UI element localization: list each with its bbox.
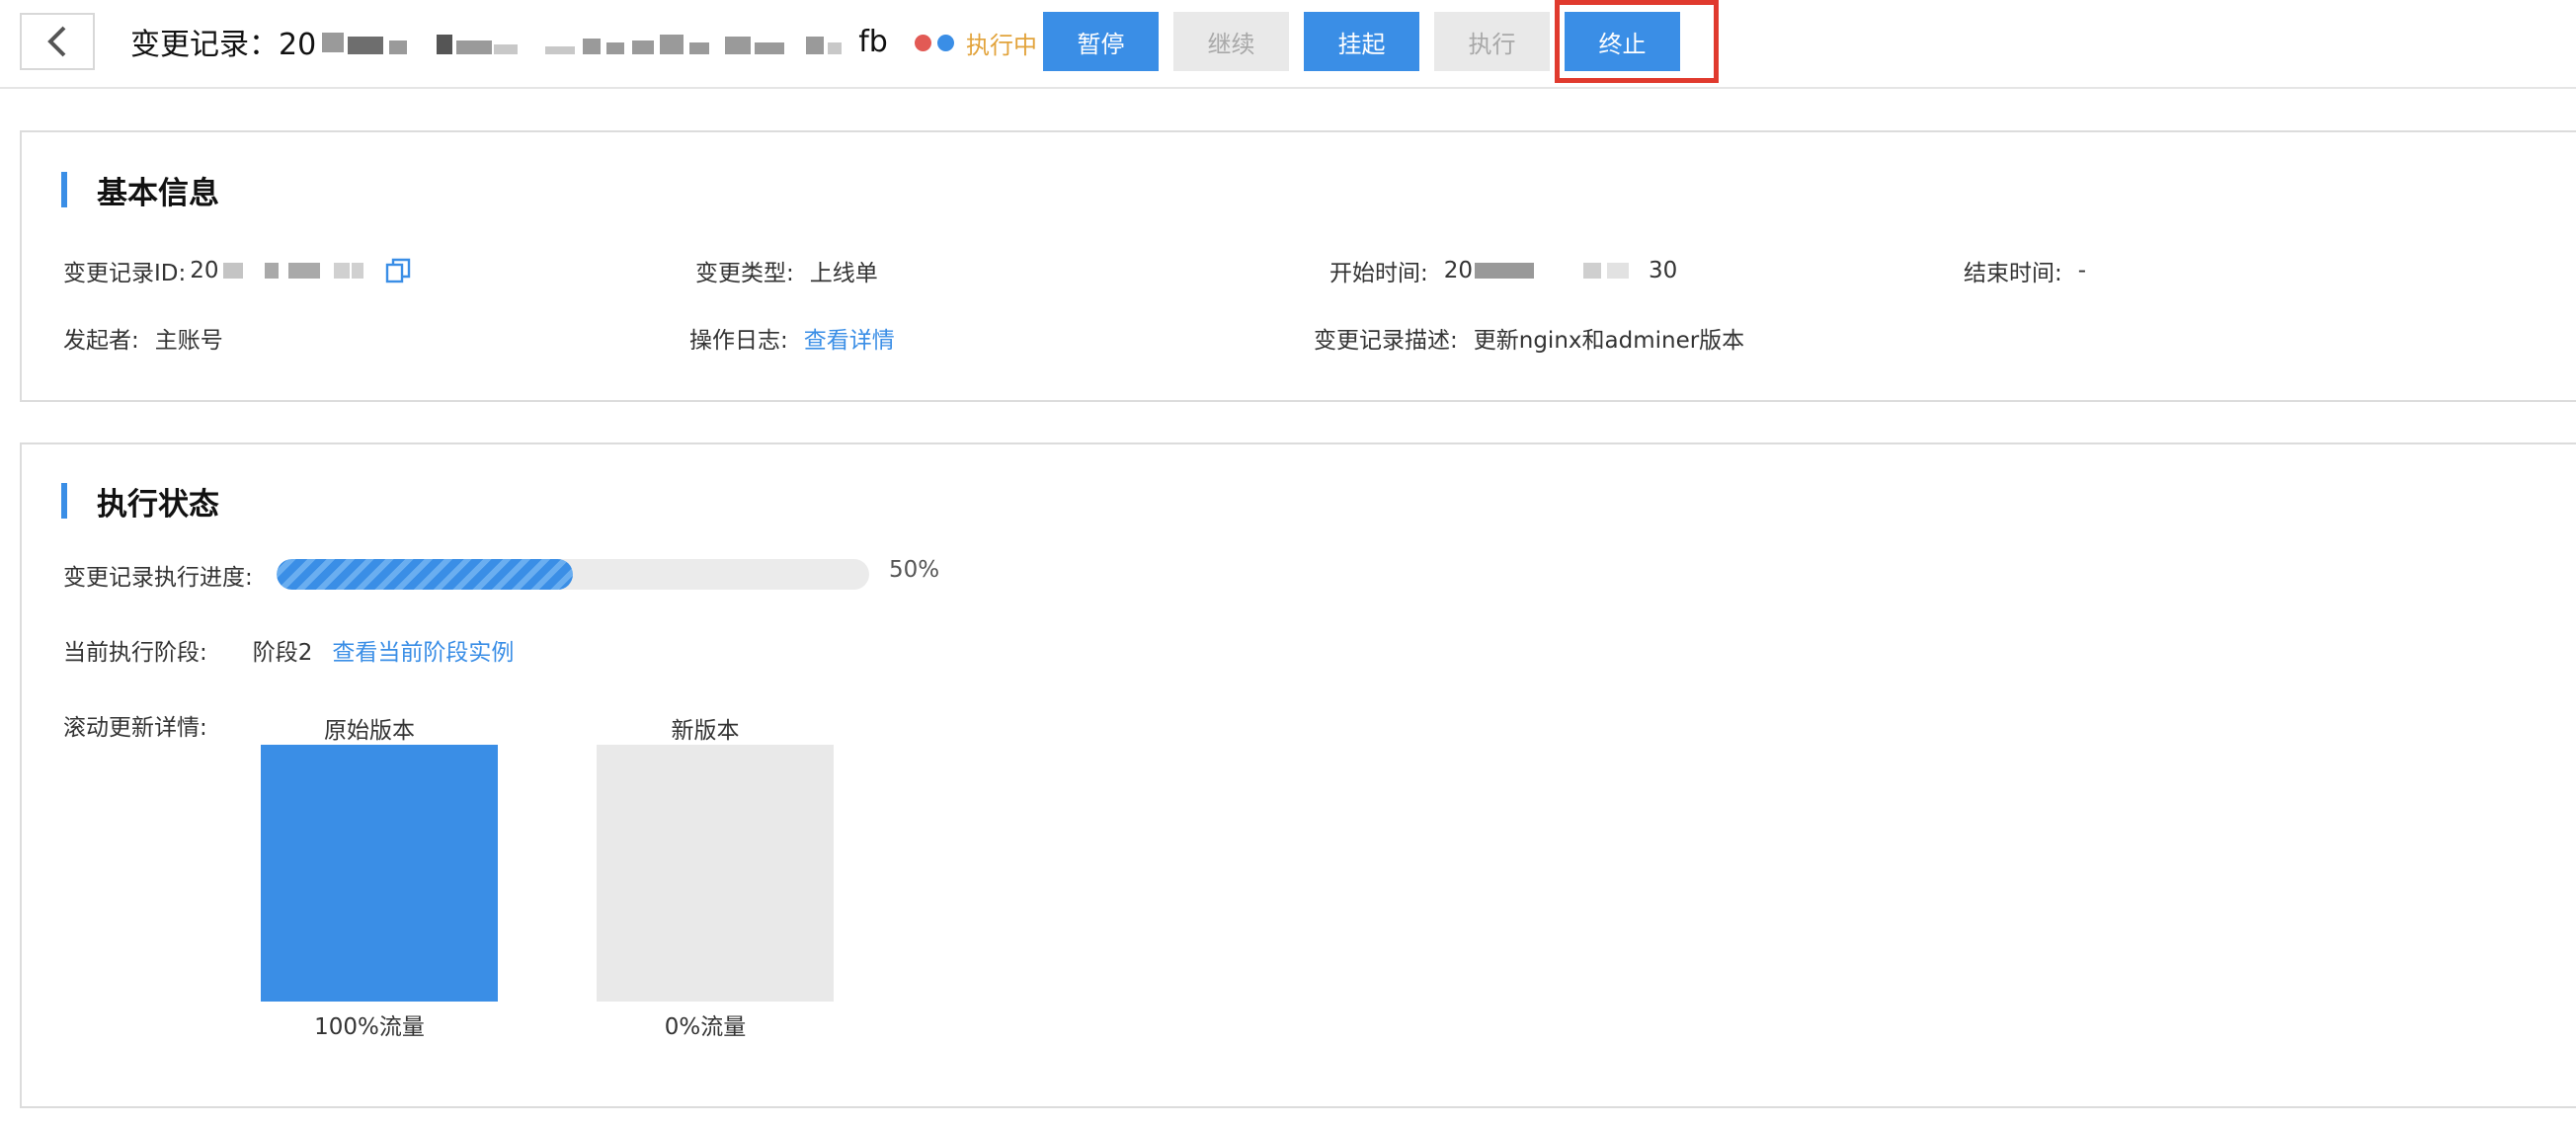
progress-text: 50% bbox=[889, 557, 940, 583]
stage-value: 阶段2 bbox=[252, 640, 313, 666]
stage-field: 当前执行阶段: 阶段2 查看当前阶段实例 bbox=[63, 634, 514, 666]
end-time-value: - bbox=[2077, 258, 2087, 283]
status-dot-blue-icon bbox=[937, 34, 954, 51]
change-type-label: 变更类型: bbox=[695, 261, 794, 286]
progress-label: 变更记录执行进度: bbox=[63, 565, 253, 591]
rolling-label: 滚动更新详情: bbox=[63, 715, 207, 741]
start-time-prefix: 20 bbox=[1443, 258, 1474, 283]
section-accent-bar bbox=[61, 172, 67, 207]
description-label: 变更记录描述: bbox=[1314, 328, 1458, 354]
basic-info-title-text: 基本信息 bbox=[97, 175, 219, 211]
description-field: 变更记录描述: 更新nginx和adminer版本 bbox=[1314, 322, 1744, 354]
start-time-suffix: 30 bbox=[1649, 258, 1678, 283]
progress-bar bbox=[277, 559, 869, 590]
initiator-field: 发起者: 主账号 bbox=[63, 322, 223, 354]
end-time-field: 结束时间: - bbox=[1964, 255, 2086, 286]
change-type-field: 变更类型: 上线单 bbox=[695, 255, 878, 286]
stage-instance-link[interactable]: 查看当前阶段实例 bbox=[332, 633, 514, 667]
basic-info-title: 基本信息 bbox=[61, 171, 219, 211]
page-title: 变更记录：20 fb bbox=[130, 20, 888, 63]
description-value: 更新nginx和adminer版本 bbox=[1473, 328, 1745, 354]
progress-bar-fill bbox=[277, 559, 573, 590]
record-id-field: 变更记录ID: 20 bbox=[63, 255, 411, 286]
chevron-left-icon bbox=[47, 26, 66, 57]
execute-button[interactable]: 执行 bbox=[1434, 12, 1550, 71]
original-version-title: 原始版本 bbox=[324, 718, 415, 744]
page-header: 变更记录：20 fb 执行中 暂停 继续 挂起 执行 终止 bbox=[0, 0, 2576, 89]
op-log-field: 操作日志: 查看详情 bbox=[689, 322, 895, 354]
initiator-value: 主账号 bbox=[154, 328, 223, 354]
resume-button[interactable]: 继续 bbox=[1173, 12, 1289, 71]
pause-button[interactable]: 暂停 bbox=[1043, 12, 1159, 71]
copy-icon[interactable] bbox=[385, 258, 411, 283]
rolling-field-label: 滚动更新详情: bbox=[63, 709, 207, 741]
redacted-record-id-value bbox=[219, 260, 367, 282]
progress-field-label: 变更记录执行进度: bbox=[63, 559, 253, 591]
new-version-traffic-text: 0%流量 bbox=[664, 1014, 747, 1040]
page-title-prefix: 变更记录：20 bbox=[130, 28, 317, 62]
suspend-button[interactable]: 挂起 bbox=[1304, 12, 1419, 71]
status-dot-red-icon bbox=[915, 34, 931, 51]
exec-status-card: 执行状态 变更记录执行进度: 50% 当前执行阶段: 阶段2 查看当前阶段实例 … bbox=[20, 442, 2576, 1108]
terminate-button[interactable]: 终止 bbox=[1565, 12, 1680, 71]
initiator-label: 发起者: bbox=[63, 328, 139, 354]
exec-status-title-text: 执行状态 bbox=[97, 486, 219, 523]
stage-label: 当前执行阶段: bbox=[63, 640, 207, 666]
original-version-traffic-text: 100%流量 bbox=[314, 1014, 425, 1040]
page-title-suffix: fb bbox=[858, 24, 888, 59]
back-button[interactable] bbox=[20, 13, 95, 70]
new-version-title: 新版本 bbox=[671, 718, 740, 744]
exec-status-title: 执行状态 bbox=[61, 482, 219, 523]
change-type-value: 上线单 bbox=[809, 261, 878, 286]
redacted-record-id bbox=[318, 27, 856, 56]
record-id-label: 变更记录ID: bbox=[63, 261, 187, 286]
section-accent-bar bbox=[61, 483, 67, 519]
op-log-link[interactable]: 查看详情 bbox=[804, 321, 895, 355]
original-version-traffic-block bbox=[261, 745, 498, 1002]
status-text: 执行中 bbox=[966, 31, 1037, 59]
redacted-start-time bbox=[1473, 260, 1649, 282]
start-time-field: 开始时间: 20 30 bbox=[1329, 255, 1677, 286]
end-time-label: 结束时间: bbox=[1964, 261, 2062, 286]
status-indicator: 执行中 bbox=[915, 26, 1037, 59]
op-log-label: 操作日志: bbox=[689, 328, 788, 354]
new-version-traffic-block bbox=[597, 745, 834, 1002]
record-id-value: 20 bbox=[190, 258, 219, 283]
start-time-label: 开始时间: bbox=[1329, 261, 1428, 286]
basic-info-card: 基本信息 变更记录ID: 20 变更类型: 上线单 开始时间: 20 30 结束… bbox=[20, 130, 2576, 402]
